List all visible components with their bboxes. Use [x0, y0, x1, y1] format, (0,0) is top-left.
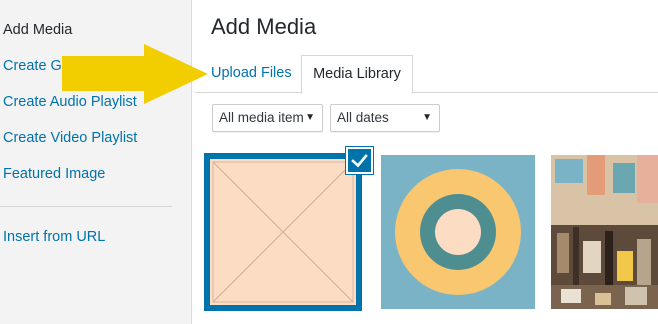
dropdown-caret-icon: ▼ — [422, 112, 432, 123]
date-filter-value: All dates — [337, 110, 389, 125]
check-icon — [351, 154, 368, 168]
tabs-divider — [195, 92, 658, 93]
sidebar-item-add-media[interactable]: Add Media — [3, 22, 72, 38]
selected-check-button[interactable] — [346, 147, 373, 174]
sidebar-item-featured-image[interactable]: Featured Image — [3, 166, 105, 182]
media-type-filter-value: All media item — [219, 110, 304, 125]
workbench-photo-graphic — [551, 155, 658, 309]
attachment-workbench-photo[interactable] — [551, 155, 658, 309]
tab-media-library[interactable]: Media Library — [301, 55, 413, 94]
placeholder-image-graphic — [210, 159, 356, 305]
attachment-placeholder-image[interactable] — [206, 155, 360, 309]
sidebar-divider — [0, 206, 172, 207]
sidebar-item-insert-from-url[interactable]: Insert from URL — [3, 229, 105, 245]
donut-image-graphic — [381, 155, 535, 309]
sidebar-item-create-video-playlist[interactable]: Create Video Playlist — [3, 130, 137, 146]
dropdown-caret-icon: ▼ — [305, 112, 315, 123]
tab-upload-files[interactable]: Upload Files — [211, 55, 292, 92]
attachment-donut-image[interactable] — [381, 155, 535, 309]
date-filter[interactable]: All dates ▼ — [330, 104, 440, 132]
pointer-arrow-icon — [62, 44, 208, 104]
media-type-filter[interactable]: All media item ▼ — [212, 104, 323, 132]
page-title: Add Media — [211, 14, 317, 39]
